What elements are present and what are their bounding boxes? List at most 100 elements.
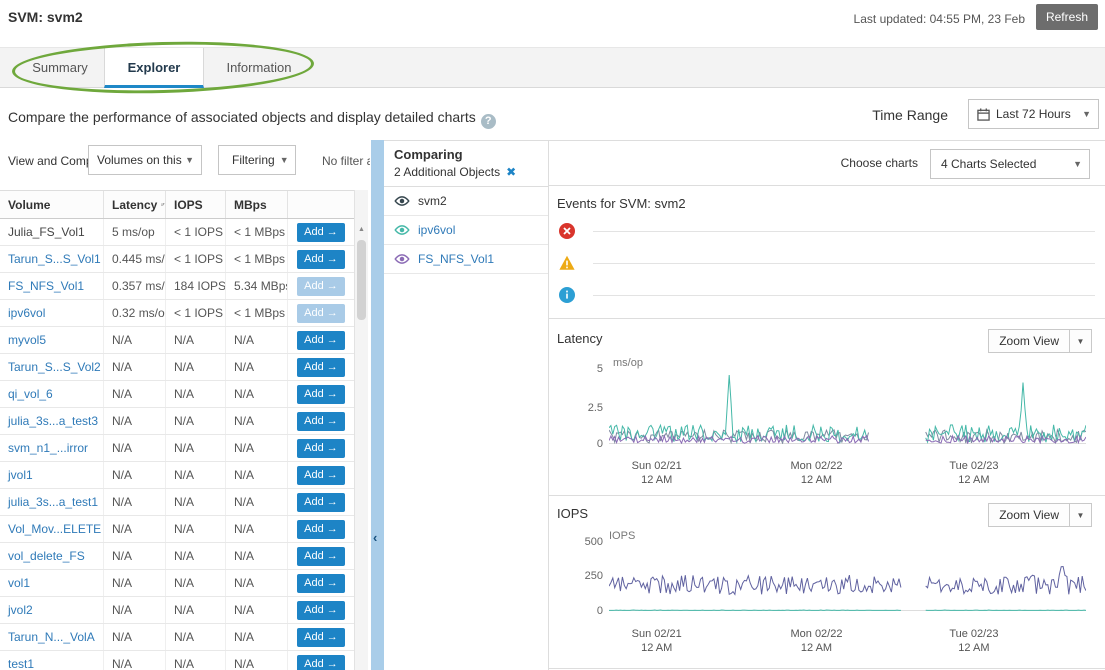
volume-link[interactable]: Vol_Mov...ELETE — [0, 516, 104, 542]
zoom-options-dropdown[interactable]: ▼ — [1070, 503, 1092, 527]
scroll-up-icon[interactable]: ▲ — [355, 226, 368, 233]
y-axis-tick: 500 — [549, 536, 603, 548]
table-header: Volume Latency IOPS MBps — [0, 190, 354, 219]
table-row: Vol_Mov...ELETEN/AN/AN/AAdd → — [0, 516, 354, 543]
panel-splitter[interactable]: ‹ — [371, 140, 384, 670]
iops-value: N/A — [166, 462, 226, 488]
filtering-label: Filtering — [232, 153, 275, 167]
latency-value: N/A — [104, 381, 166, 407]
volume-link[interactable]: FS_NFS_Vol1 — [0, 273, 104, 299]
action-cell: Add → — [288, 543, 354, 569]
tab-explorer[interactable]: Explorer — [104, 48, 204, 88]
time-range-dropdown[interactable]: Last 72 Hours ▼ — [968, 99, 1099, 129]
volume-link[interactable]: ipv6vol — [0, 300, 104, 326]
comparing-item-label[interactable]: FS_NFS_Vol1 — [418, 252, 494, 266]
chevron-down-icon: ▼ — [280, 155, 289, 165]
add-button[interactable]: Add → — [297, 304, 345, 323]
add-button[interactable]: Add → — [297, 655, 345, 670]
action-cell: Add → — [288, 273, 354, 299]
column-header-iops-label: IOPS — [174, 198, 203, 212]
volume-link[interactable]: julia_3s...a_test1 — [0, 489, 104, 515]
eye-icon[interactable] — [393, 195, 411, 207]
series-svm2 — [926, 567, 1086, 595]
events-section: Events for SVM: svm2 — [549, 186, 1105, 319]
column-header-iops[interactable]: IOPS — [166, 191, 226, 218]
latency-chart — [609, 369, 1086, 449]
iops-zoom-group: Zoom View ▼ — [988, 503, 1092, 527]
view-dropdown[interactable]: Volumes on this ▼ — [88, 145, 202, 175]
add-button[interactable]: Add → — [297, 385, 345, 404]
refresh-button[interactable]: Refresh — [1036, 4, 1098, 30]
volume-link[interactable]: Tarun_S...S_Vol2 — [0, 354, 104, 380]
table-row: julia_3s...a_test1N/AN/AN/AAdd → — [0, 489, 354, 516]
iops-value: N/A — [166, 597, 226, 623]
eye-icon[interactable] — [393, 224, 411, 236]
scrollbar-thumb[interactable] — [357, 240, 366, 320]
latency-value: N/A — [104, 570, 166, 596]
comparing-item-label[interactable]: ipv6vol — [418, 223, 455, 237]
volume-link[interactable]: svm_n1_...irror — [0, 435, 104, 461]
add-button[interactable]: Add → — [297, 547, 345, 566]
iops-chart-section: IOPS Zoom View ▼ IOPS5002500Sun 02/2112 … — [549, 496, 1105, 669]
comparing-item-label[interactable]: svm2 — [418, 194, 447, 208]
volume-link[interactable]: vol1 — [0, 570, 104, 596]
iops-value: N/A — [166, 651, 226, 670]
mbps-value: N/A — [226, 624, 288, 650]
action-cell: Add → — [288, 597, 354, 623]
add-button[interactable]: Add → — [297, 601, 345, 620]
latency-zoom-group: Zoom View ▼ — [988, 329, 1092, 353]
volume-link[interactable]: vol_delete_FS — [0, 543, 104, 569]
add-button[interactable]: Add → — [297, 493, 345, 512]
remove-all-icon[interactable]: ✖ — [506, 165, 516, 179]
zoom-options-dropdown[interactable]: ▼ — [1070, 329, 1092, 353]
y-axis-tick: 5 — [549, 363, 603, 375]
mbps-value: N/A — [226, 570, 288, 596]
add-button[interactable]: Add → — [297, 520, 345, 539]
tab-information[interactable]: Information — [204, 48, 314, 88]
iops-value: 184 IOPS — [166, 273, 226, 299]
sort-descending-icon[interactable] — [161, 199, 165, 210]
add-button[interactable]: Add → — [297, 223, 345, 242]
help-icon[interactable]: ? — [481, 114, 496, 129]
add-button[interactable]: Add → — [297, 277, 345, 296]
volume-link[interactable]: myvol5 — [0, 327, 104, 353]
add-button[interactable]: Add → — [297, 628, 345, 647]
add-button[interactable]: Add → — [297, 250, 345, 269]
table-row: qi_vol_6N/AN/AN/AAdd → — [0, 381, 354, 408]
volume-link[interactable]: test1 — [0, 651, 104, 670]
add-button[interactable]: Add → — [297, 412, 345, 431]
add-button[interactable]: Add → — [297, 358, 345, 377]
table-scrollbar[interactable]: ▲ — [354, 190, 368, 670]
table-row: julia_3s...a_test3N/AN/AN/AAdd → — [0, 408, 354, 435]
collapse-panel-icon[interactable]: ‹ — [373, 530, 377, 545]
mbps-value: N/A — [226, 408, 288, 434]
iops-value: N/A — [166, 381, 226, 407]
zoom-view-button[interactable]: Zoom View — [988, 503, 1070, 527]
volume-link[interactable]: jvol1 — [0, 462, 104, 488]
tab-summary[interactable]: Summary — [16, 48, 104, 88]
column-header-volume[interactable]: Volume — [0, 191, 104, 218]
add-button[interactable]: Add → — [297, 574, 345, 593]
mbps-value: N/A — [226, 516, 288, 542]
eye-icon[interactable] — [393, 253, 411, 265]
filtering-button[interactable]: Filtering ▼ — [218, 145, 296, 175]
choose-charts-dropdown[interactable]: 4 Charts Selected ▼ — [930, 149, 1090, 179]
iops-value: N/A — [166, 327, 226, 353]
add-button[interactable]: Add → — [297, 466, 345, 485]
column-header-latency[interactable]: Latency — [104, 191, 166, 218]
x-axis-label: Sun 02/2112 AM — [612, 459, 702, 487]
volume-link[interactable]: Tarun_N..._VolA — [0, 624, 104, 650]
action-cell: Add → — [288, 381, 354, 407]
y-axis-tick: 0 — [549, 438, 603, 450]
column-header-mbps[interactable]: MBps — [226, 191, 288, 218]
add-button[interactable]: Add → — [297, 439, 345, 458]
mbps-value: N/A — [226, 597, 288, 623]
volume-link[interactable]: julia_3s...a_test3 — [0, 408, 104, 434]
volume-link[interactable]: jvol2 — [0, 597, 104, 623]
volume-link[interactable]: Tarun_S...S_Vol1 — [0, 246, 104, 272]
zoom-view-button[interactable]: Zoom View — [988, 329, 1070, 353]
latency-value: N/A — [104, 624, 166, 650]
volume-link[interactable]: qi_vol_6 — [0, 381, 104, 407]
add-button[interactable]: Add → — [297, 331, 345, 350]
comparing-title: Comparing — [394, 147, 548, 162]
